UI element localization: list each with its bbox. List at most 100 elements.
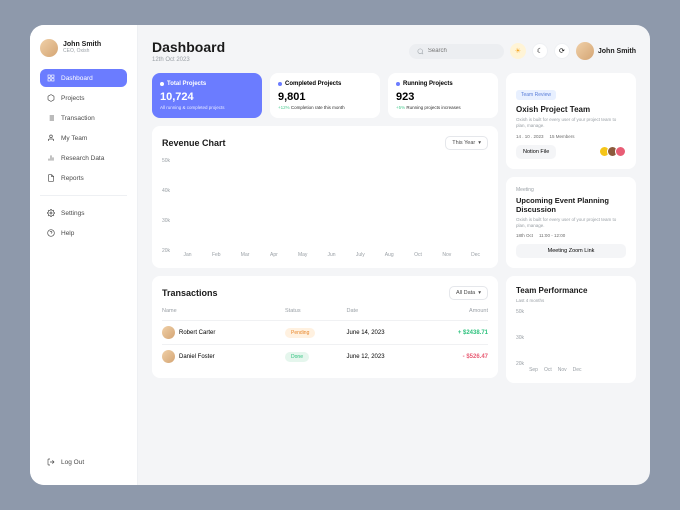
meeting-card: Meeting Upcoming Event Planning Discussi…: [506, 177, 636, 269]
table-row[interactable]: Robert CarterPendingJune 14, 2023+ $2438…: [162, 320, 488, 344]
avatar: [40, 39, 58, 57]
stat-card: Total Projects10,724All running & comple…: [152, 73, 262, 118]
nav-divider: [40, 195, 127, 196]
search-box[interactable]: [409, 44, 504, 59]
main-content: Dashboard 12th Oct 2023 ☀ ☾ ⟳ John Smith…: [138, 25, 650, 485]
performance-title: Team Performance: [516, 286, 626, 295]
team-title: Oxish Project Team: [516, 105, 626, 114]
nav-item-research-data[interactable]: Research Data: [40, 149, 127, 167]
stats-row: Total Projects10,724All running & comple…: [152, 73, 498, 118]
search-input[interactable]: [428, 48, 496, 54]
chart-icon: [47, 154, 55, 162]
logout-icon: [47, 458, 55, 466]
stat-card: Running Projects923+5% Running projects …: [388, 73, 498, 118]
bar-col: Nov: [558, 364, 567, 373]
top-user[interactable]: John Smith: [576, 42, 636, 60]
table-row[interactable]: Daniel FosterDoneJune 12, 2023- $526.47: [162, 344, 488, 368]
nav-label: Dashboard: [61, 75, 93, 82]
top-user-name: John Smith: [598, 48, 636, 55]
avatar: [162, 326, 175, 339]
perf-y-axis: 50k30k20k: [516, 309, 524, 367]
page-date: 12th Oct 2023: [152, 57, 225, 63]
stat-value: 923: [396, 91, 490, 103]
avatar: [162, 350, 175, 363]
amount: + $2438.71: [427, 330, 489, 336]
nav-list: Dashboard Projects Transaction My Team Resea…: [40, 69, 127, 453]
refresh-button[interactable]: ⟳: [554, 43, 570, 59]
list-icon: [47, 114, 55, 122]
nav-item-transaction[interactable]: Transaction: [40, 109, 127, 127]
logout-button[interactable]: Log Out: [40, 453, 127, 471]
nav-label: Reports: [61, 175, 84, 182]
zoom-link-button[interactable]: Meeting Zoom Link: [516, 244, 626, 258]
bar-col: Nov: [434, 249, 459, 258]
stat-dot-icon: [396, 82, 400, 86]
nav-label: Transaction: [61, 115, 95, 122]
y-axis: 50k40k30k20k: [162, 158, 170, 258]
cube-icon: [47, 94, 55, 102]
bar-col: Apr: [262, 249, 287, 258]
bar-col: Jun: [319, 249, 344, 258]
user-icon: [47, 134, 55, 142]
stat-value: 10,724: [160, 91, 254, 103]
nav-label: My Team: [61, 135, 87, 142]
bar-col: Oct: [406, 249, 431, 258]
profile-role: CEO, Oxish: [63, 49, 101, 55]
stat-dot-icon: [160, 82, 164, 86]
performance-card: Team Performance Last 4 months 50k30k20k…: [506, 276, 636, 383]
performance-sub: Last 4 months: [516, 298, 626, 304]
table-header: Name Status Date Amount: [162, 308, 488, 314]
nav-item-projects[interactable]: Projects: [40, 89, 127, 107]
doc-icon: [47, 174, 55, 182]
revenue-dropdown[interactable]: This Year▾: [445, 136, 488, 150]
chart-bars: JanFebMarAprMayJunJulyAugOctNovDec: [175, 158, 488, 258]
revenue-card: Revenue Chart This Year▾ 50k40k30k20k Ja…: [152, 126, 498, 268]
nav-item-help[interactable]: Help: [40, 224, 127, 242]
avatar-group: [602, 146, 626, 157]
nav-item-dashboard[interactable]: Dashboard: [40, 69, 127, 87]
bar-col: July: [348, 249, 373, 258]
meeting-tag: Meeting: [516, 187, 626, 193]
nav-item-settings[interactable]: Settings: [40, 204, 127, 222]
theme-light-button[interactable]: ☀: [510, 43, 526, 59]
bar-col: Mar: [233, 249, 258, 258]
sidebar: John Smith CEO, Oxish Dashboard Projects T…: [30, 25, 138, 485]
stat-card: Completed Projects9,801+12% Completion r…: [270, 73, 380, 118]
nav-label: Research Data: [61, 155, 104, 162]
status-badge: Done: [285, 352, 309, 362]
nav-label: Projects: [61, 95, 84, 102]
notion-file-button[interactable]: Notion File: [516, 145, 556, 159]
logout-label: Log Out: [61, 459, 84, 466]
transactions-title: Transactions: [162, 288, 218, 298]
help-icon: [47, 229, 55, 237]
bar-col: Sep: [529, 364, 538, 373]
team-sub: Oxish is built for every user of your pr…: [516, 117, 626, 129]
app-window: John Smith CEO, Oxish Dashboard Projects T…: [30, 25, 650, 485]
stat-dot-icon: [278, 82, 282, 86]
profile-block[interactable]: John Smith CEO, Oxish: [40, 39, 127, 57]
theme-dark-button[interactable]: ☾: [532, 43, 548, 59]
bar-col: Dec: [463, 249, 488, 258]
revenue-title: Revenue Chart: [162, 138, 226, 148]
chevron-down-icon: ▾: [478, 290, 481, 296]
perf-bars: Sep Oct Nov Dec: [529, 315, 582, 373]
nav-item-my-team[interactable]: My Team: [40, 129, 127, 147]
refresh-icon: ⟳: [559, 47, 565, 55]
sun-icon: ☀: [515, 47, 521, 55]
chevron-down-icon: ▾: [478, 140, 481, 146]
transactions-card: Transactions All Data▾ Name Status Date …: [152, 276, 498, 378]
topbar: Dashboard 12th Oct 2023 ☀ ☾ ⟳ John Smith: [152, 39, 636, 63]
page-title: Dashboard: [152, 39, 225, 55]
amount: - $526.47: [427, 354, 489, 360]
team-tag: Team Review: [516, 90, 556, 100]
bar-col: Dec: [573, 364, 582, 373]
bar-col: May: [290, 249, 315, 258]
gear-icon: [47, 209, 55, 217]
bar-col: Oct: [544, 364, 552, 373]
transactions-dropdown[interactable]: All Data▾: [449, 286, 488, 300]
nav-item-reports[interactable]: Reports: [40, 169, 127, 187]
bar-col: Aug: [377, 249, 402, 258]
bar-col: Feb: [204, 249, 229, 258]
member-avatar: [615, 146, 626, 157]
stat-value: 9,801: [278, 91, 372, 103]
